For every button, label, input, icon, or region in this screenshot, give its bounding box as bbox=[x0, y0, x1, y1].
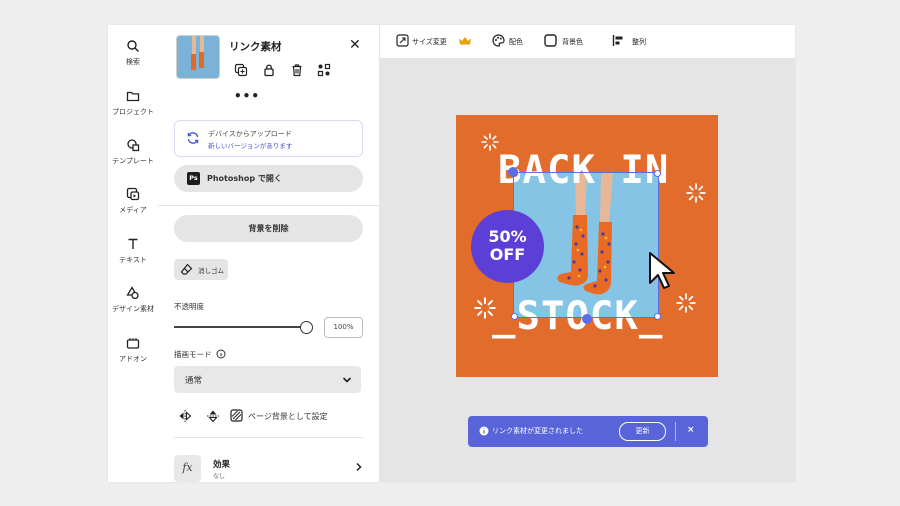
editor-topbar: サイズ変更 配色 背景色 整列 bbox=[380, 25, 795, 59]
effects-row[interactable]: fx 効果 なし bbox=[174, 453, 363, 482]
divider bbox=[675, 422, 676, 441]
background-color-icon bbox=[544, 34, 557, 47]
new-version-notice: 新しいバージョンがあります bbox=[208, 142, 293, 150]
search-icon bbox=[127, 40, 139, 52]
rail-label: 検索 bbox=[126, 58, 140, 66]
blend-mode-value: 通常 bbox=[185, 376, 203, 386]
upload-title: デバイスからアップロード bbox=[208, 130, 292, 138]
convert-icon[interactable] bbox=[317, 63, 331, 77]
canvas-area[interactable]: BACK IN _STOCK_ 50% OFF リンク素材が変更されました 更新… bbox=[380, 59, 795, 482]
align-label: 整列 bbox=[632, 38, 646, 46]
blend-mode-label: 描画モード bbox=[174, 350, 212, 359]
divider bbox=[174, 437, 363, 438]
resize-icon bbox=[396, 34, 409, 47]
rail-label: プロジェクト bbox=[112, 108, 154, 116]
chevron-right-icon bbox=[356, 462, 362, 472]
photoshop-icon: Ps bbox=[187, 172, 200, 185]
chevron-down-icon bbox=[342, 377, 352, 383]
panel-title: リンク素材 bbox=[229, 41, 282, 53]
info-icon[interactable] bbox=[216, 349, 226, 359]
opacity-value-field[interactable]: 100% bbox=[324, 317, 363, 338]
page-background-icon[interactable] bbox=[230, 409, 243, 422]
text-icon bbox=[128, 238, 138, 249]
rail-label: アドオン bbox=[119, 355, 147, 363]
resize-button[interactable]: サイズ変更 bbox=[396, 33, 471, 49]
rail-item-text[interactable]: テキスト bbox=[108, 237, 158, 265]
align-left-icon bbox=[612, 35, 623, 46]
resize-handle[interactable] bbox=[511, 313, 518, 320]
background-color-button[interactable]: 背景色 bbox=[544, 33, 592, 49]
rail-item-addons[interactable]: アドオン bbox=[108, 336, 158, 364]
toast-message: リンク素材が変更されました bbox=[492, 427, 583, 435]
app-window: 検索 プロジェクト テンプレート メディア テキスト デザイン素材 アドオン リ… bbox=[108, 25, 795, 482]
background-color-label: 背景色 bbox=[562, 38, 583, 46]
rail-item-search[interactable]: 検索 bbox=[108, 39, 158, 67]
update-button[interactable]: 更新 bbox=[619, 422, 666, 441]
toast-close-icon[interactable]: × bbox=[687, 425, 695, 435]
rail-label: テキスト bbox=[119, 256, 147, 264]
asset-thumbnail[interactable] bbox=[176, 35, 220, 79]
crown-icon bbox=[459, 37, 471, 45]
color-scheme-button[interactable]: 配色 bbox=[492, 33, 532, 49]
resize-handle[interactable] bbox=[654, 313, 661, 320]
color-scheme-label: 配色 bbox=[509, 38, 523, 46]
rail-label: デザイン素材 bbox=[112, 305, 154, 313]
resize-label: サイズ変更 bbox=[412, 38, 447, 46]
sparkle-icon bbox=[481, 133, 499, 151]
badge-percent: 50% bbox=[488, 227, 527, 246]
shapes-icon bbox=[126, 286, 139, 300]
eraser-icon bbox=[180, 263, 193, 275]
badge-off: OFF bbox=[489, 245, 526, 264]
remove-background-button[interactable]: 背景を削除 bbox=[174, 215, 363, 242]
rail-label: テンプレート bbox=[112, 157, 154, 165]
rail-item-design-assets[interactable]: デザイン素材 bbox=[108, 286, 158, 314]
notification-toast: リンク素材が変更されました 更新 × bbox=[468, 416, 708, 447]
rotate-handle[interactable] bbox=[582, 314, 592, 324]
folder-icon bbox=[126, 91, 140, 102]
rail-label: メディア bbox=[119, 206, 147, 214]
sparkle-icon bbox=[686, 183, 706, 203]
addon-icon bbox=[126, 338, 140, 349]
left-rail: 検索 プロジェクト テンプレート メディア テキスト デザイン素材 アドオン bbox=[108, 25, 159, 482]
divider bbox=[158, 205, 379, 206]
trash-icon[interactable] bbox=[290, 63, 304, 77]
sync-icon bbox=[187, 132, 199, 144]
set-as-page-background[interactable]: ページ背景として設定 bbox=[248, 411, 328, 422]
photoshop-label: Photoshop で開く bbox=[207, 174, 282, 183]
opacity-slider-track[interactable] bbox=[174, 326, 304, 328]
lock-icon[interactable] bbox=[262, 63, 276, 77]
close-icon[interactable]: ✕ bbox=[349, 37, 361, 53]
rail-item-projects[interactable]: プロジェクト bbox=[108, 89, 158, 117]
more-options-button[interactable]: ••• bbox=[234, 89, 260, 103]
duplicate-icon[interactable] bbox=[234, 63, 248, 77]
effects-fx-icon: fx bbox=[174, 455, 201, 482]
media-icon bbox=[126, 187, 140, 201]
resize-handle[interactable] bbox=[654, 170, 661, 177]
link-indicator-icon bbox=[508, 167, 518, 177]
rail-item-media[interactable]: メディア bbox=[108, 187, 158, 215]
sparkle-icon bbox=[676, 293, 696, 313]
remove-background-label: 背景を削除 bbox=[248, 224, 289, 233]
design-artboard[interactable]: BACK IN _STOCK_ 50% OFF bbox=[456, 115, 718, 377]
opacity-slider-handle[interactable] bbox=[300, 321, 313, 334]
flip-horizontal-icon[interactable] bbox=[178, 409, 192, 423]
effects-title: 効果 bbox=[213, 460, 231, 470]
upload-from-device-card[interactable]: デバイスからアップロード 新しいバージョンがあります bbox=[174, 120, 363, 157]
info-icon bbox=[479, 426, 489, 436]
rail-item-templates[interactable]: テンプレート bbox=[108, 138, 158, 166]
palette-icon bbox=[492, 34, 505, 47]
opacity-label: 不透明度 bbox=[174, 302, 204, 311]
blend-mode-select[interactable]: 通常 bbox=[174, 366, 361, 393]
discount-badge[interactable]: 50% OFF bbox=[471, 210, 544, 283]
template-icon bbox=[127, 139, 140, 152]
linked-asset-panel: リンク素材 ✕ ••• デバイスからアップロード 新しいバージョンがあります P… bbox=[158, 25, 380, 482]
mouse-cursor-icon bbox=[649, 252, 675, 289]
eraser-button[interactable]: 消しゴム bbox=[174, 259, 228, 280]
effects-subtitle: なし bbox=[213, 473, 226, 480]
open-in-photoshop-button[interactable]: Ps Photoshop で開く bbox=[174, 165, 363, 192]
eraser-label: 消しゴム bbox=[198, 267, 224, 275]
flip-vertical-icon[interactable] bbox=[206, 409, 220, 423]
align-button[interactable]: 整列 bbox=[612, 33, 652, 49]
